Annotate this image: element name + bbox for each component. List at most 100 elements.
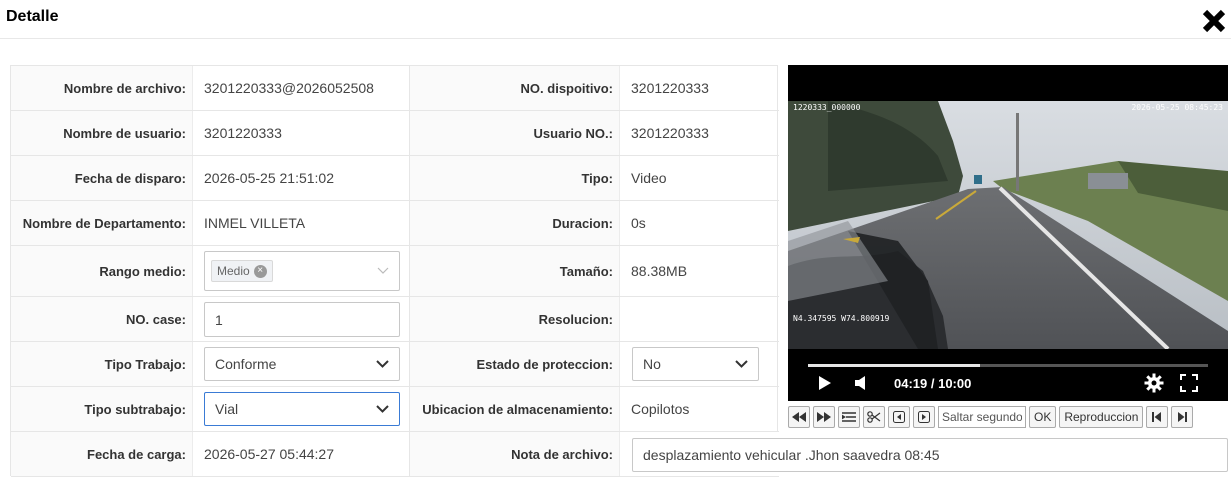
size-value: 88.38MB	[631, 263, 688, 279]
duration-label: Duracion:	[410, 201, 620, 245]
protection-state-select[interactable]: No	[632, 347, 759, 381]
subwork-type-value: Vial	[215, 401, 239, 417]
work-type-label: Tipo Trabajo:	[11, 342, 193, 386]
row-department: Nombre de Departamento: INMEL VILLETA Du…	[11, 201, 779, 246]
video-time: 04:19 / 10:00	[894, 376, 972, 391]
file-name-value: 3201220333@2026052508	[193, 66, 410, 110]
user-no-value: 3201220333	[631, 125, 709, 141]
user-no-label: Usuario NO.:	[410, 111, 620, 155]
list-icon	[842, 412, 856, 422]
dialog-header: Detalle	[0, 0, 1231, 39]
detail-table: Nombre de archivo: 3201220333@2026052508…	[10, 65, 1228, 477]
fast-forward-button[interactable]	[813, 406, 835, 428]
skip-end-icon	[1178, 412, 1188, 422]
video-toolbar: OK Reproduccion	[788, 405, 1228, 429]
resolution-label: Resolucion:	[410, 297, 620, 341]
row-range: Rango medio: Medio × Tamaño: 88.38MB	[11, 246, 779, 297]
row-work-type: Tipo Trabajo: Conforme Estado de protecc…	[11, 342, 779, 387]
play-icon[interactable]	[818, 375, 832, 391]
close-icon	[1202, 9, 1226, 33]
settings-gear-icon[interactable]	[1144, 373, 1164, 393]
storage-location-label: Ubicacion de almacenamiento:	[410, 387, 620, 431]
trigger-date-value: 2026-05-25 21:51:02	[193, 156, 410, 200]
video-overlay-timestamp: 2026-05-25 08:45:23	[1131, 103, 1223, 112]
protection-state-value: No	[643, 356, 661, 372]
case-no-value: 1	[215, 311, 223, 328]
seek-seconds-input[interactable]	[938, 406, 1026, 428]
row-user-name: Nombre de usuario: 3201220333 Usuario NO…	[11, 111, 779, 156]
storage-location-value: Copilotos	[631, 401, 690, 417]
rewind-button[interactable]	[788, 406, 810, 428]
dialog-title: Detalle	[6, 8, 59, 25]
file-name-label: Nombre de archivo:	[11, 66, 193, 110]
tag-remove-icon[interactable]: ×	[253, 264, 267, 278]
type-label: Tipo:	[410, 156, 620, 200]
subwork-type-select[interactable]: Vial	[204, 392, 400, 426]
size-label: Tamaño:	[410, 246, 620, 296]
duration-value: 0s	[631, 215, 646, 231]
video-player[interactable]: 1220333_000000 2026-05-25 08:45:23 N4.34…	[788, 65, 1228, 401]
user-name-label: Nombre de usuario:	[11, 111, 193, 155]
range-multiselect[interactable]: Medio ×	[204, 251, 400, 291]
file-note-cell: desplazamiento vehicular .Jhon saavedra …	[620, 432, 1228, 476]
next-frame-icon	[918, 411, 930, 423]
playlist-button[interactable]	[838, 406, 860, 428]
video-overlay-id: 1220333_000000	[793, 103, 861, 112]
type-value: Video	[631, 170, 667, 186]
fast-forward-icon	[817, 412, 831, 422]
fullscreen-icon[interactable]	[1180, 374, 1198, 392]
row-trigger-date: Fecha de disparo: 2026-05-25 21:51:02 Ti…	[11, 156, 779, 201]
rewind-icon	[792, 412, 806, 422]
device-no-value: 3201220333	[631, 80, 709, 96]
chevron-down-icon	[377, 267, 389, 274]
scissors-icon	[867, 411, 881, 423]
video-controls: 04:19 / 10:00	[788, 353, 1228, 401]
volume-icon[interactable]	[854, 375, 868, 391]
work-type-value: Conforme	[215, 356, 277, 372]
skip-end-button[interactable]	[1171, 406, 1194, 428]
skip-start-icon	[1152, 412, 1162, 422]
progress-fill	[808, 364, 980, 367]
row-upload-date: Fecha de carga: 2026-05-27 05:44:27 Nota…	[11, 432, 1228, 477]
close-button[interactable]	[1201, 8, 1227, 34]
upload-date-label: Fecha de carga:	[11, 432, 193, 476]
file-note-input[interactable]: desplazamiento vehicular .Jhon saavedra …	[632, 438, 1228, 472]
subwork-type-label: Tipo subtrabajo:	[11, 387, 193, 431]
case-no-label: NO. case:	[11, 297, 193, 341]
resolution-value	[620, 297, 779, 341]
video-frame[interactable]: 1220333_000000 2026-05-25 08:45:23 N4.34…	[788, 101, 1228, 349]
clip-button[interactable]	[863, 406, 885, 428]
next-frame-button[interactable]	[913, 406, 935, 428]
case-no-cell: 1	[193, 297, 410, 341]
playback-button[interactable]: Reproduccion	[1059, 406, 1144, 428]
file-note-value: desplazamiento vehicular .Jhon saavedra …	[643, 447, 940, 463]
ok-button[interactable]: OK	[1029, 406, 1057, 428]
chevron-down-icon	[376, 405, 389, 413]
range-label: Rango medio:	[11, 246, 193, 296]
row-case-no: NO. case: 1 Resolucion:	[11, 297, 779, 342]
video-overlay-gps: N4.347595 W74.800919	[793, 314, 890, 323]
subwork-type-cell: Vial	[193, 387, 410, 431]
chevron-down-icon	[376, 360, 389, 368]
row-file-name: Nombre de archivo: 3201220333@2026052508…	[11, 66, 779, 111]
skip-start-button[interactable]	[1146, 406, 1169, 428]
case-no-input[interactable]: 1	[204, 302, 400, 337]
upload-date-value: 2026-05-27 05:44:27	[193, 432, 410, 476]
range-tag-label: Medio	[217, 264, 250, 278]
work-type-cell: Conforme	[193, 342, 410, 386]
protection-state-cell: No	[620, 342, 779, 386]
prev-frame-icon	[893, 411, 905, 423]
department-value: INMEL VILLETA	[193, 201, 410, 245]
work-type-select[interactable]: Conforme	[204, 347, 400, 381]
range-cell: Medio ×	[193, 246, 410, 296]
user-name-value: 3201220333	[193, 111, 410, 155]
chevron-down-icon	[735, 360, 748, 368]
row-subwork-type: Tipo subtrabajo: Vial Ubicacion de almac…	[11, 387, 779, 432]
file-note-label: Nota de archivo:	[410, 432, 620, 476]
progress-bar[interactable]	[808, 364, 1208, 367]
prev-frame-button[interactable]	[888, 406, 910, 428]
device-no-label: NO. dispoitivo:	[410, 66, 620, 110]
department-label: Nombre de Departamento:	[11, 201, 193, 245]
range-tag: Medio ×	[211, 260, 273, 282]
protection-state-label: Estado de proteccion:	[410, 342, 620, 386]
